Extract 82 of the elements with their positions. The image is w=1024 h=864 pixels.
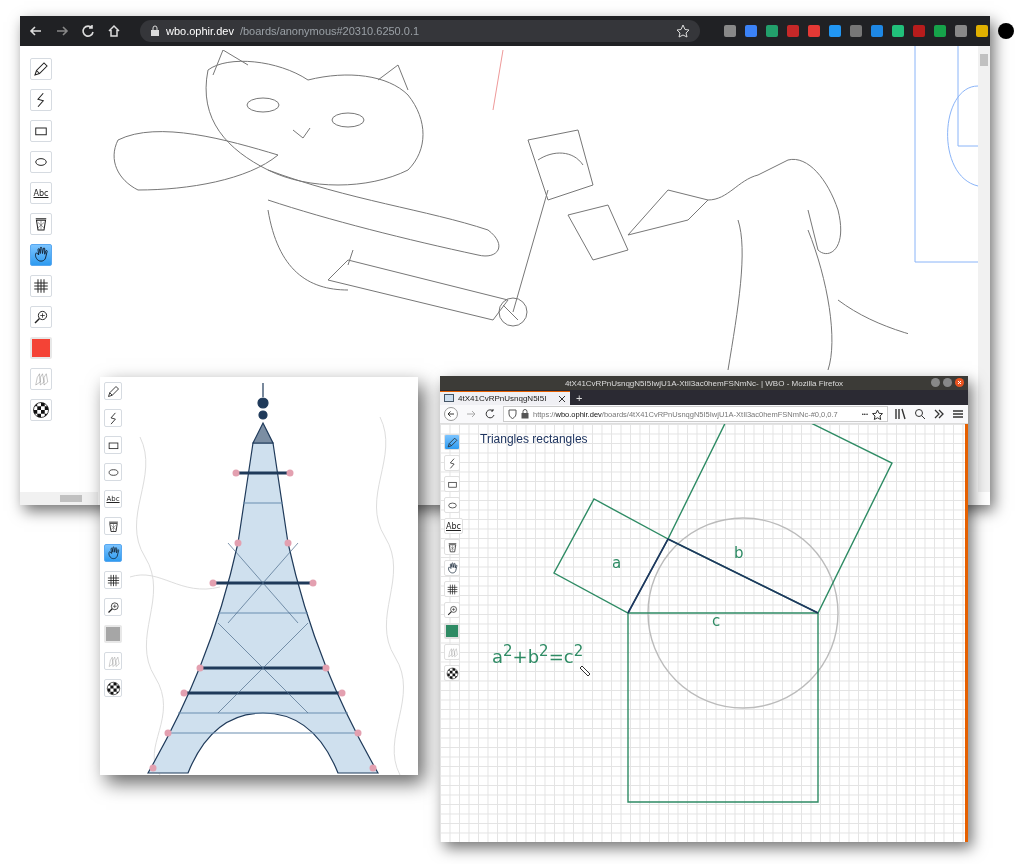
vertical-scrollbar[interactable] <box>965 424 968 842</box>
hand-tool-button[interactable] <box>104 544 122 562</box>
grid-icon <box>105 572 121 588</box>
monitor-icon <box>444 393 454 404</box>
pencil-icon <box>32 60 50 78</box>
eraser-tool-button[interactable] <box>444 539 460 555</box>
rectangle-tool-button[interactable] <box>104 436 122 454</box>
library-icon[interactable] <box>895 408 907 420</box>
ellipse-tool-button[interactable] <box>30 151 52 173</box>
grid-tool-button[interactable] <box>30 275 52 297</box>
url-host: wbo.ophir.dev <box>166 25 234 37</box>
pencil-tool-button[interactable] <box>30 58 52 80</box>
grid-icon <box>445 582 459 596</box>
color-swatch[interactable] <box>444 623 460 639</box>
shield-icon <box>508 409 517 419</box>
text-tool-button[interactable]: Abc <box>444 518 463 534</box>
home-icon[interactable] <box>106 23 122 39</box>
size-tool-button[interactable] <box>444 665 460 681</box>
maximize-icon[interactable] <box>943 378 952 387</box>
pencil-tool-button[interactable] <box>444 434 460 450</box>
pencil-icon <box>105 383 121 399</box>
extension-icon[interactable] <box>892 25 904 37</box>
pencil-cursor-icon <box>580 664 592 678</box>
board-title: Triangles rectangles <box>480 432 588 446</box>
lock-icon <box>521 409 529 419</box>
eraser-tool-button[interactable] <box>30 213 52 235</box>
eraser-tool-button[interactable] <box>104 517 122 535</box>
hand-icon <box>32 246 50 264</box>
zoom-tool-button[interactable] <box>30 306 52 328</box>
grid-icon <box>32 277 50 295</box>
ellipse-tool-button[interactable] <box>104 463 122 481</box>
overflow-icon[interactable] <box>933 408 945 420</box>
zoom-icon <box>32 308 50 326</box>
line-tool-button[interactable] <box>30 89 52 111</box>
grid-tool-button[interactable] <box>444 581 460 597</box>
checkered-circle-icon <box>32 401 50 419</box>
pencils-icon <box>445 645 459 659</box>
horizontal-scrollbar[interactable] <box>20 492 98 505</box>
line-tool-button[interactable] <box>104 409 122 427</box>
checkered-circle-icon <box>105 680 121 696</box>
side-label: c <box>712 612 721 630</box>
profile-avatar-icon[interactable] <box>998 23 1014 39</box>
grid-tool-button[interactable] <box>104 571 122 589</box>
browser-tab[interactable]: 4tX41CvRPnUsnqgN5I5I <box>440 391 570 405</box>
scrollbar-thumb[interactable] <box>60 495 82 502</box>
new-tab-button[interactable]: + <box>570 391 589 405</box>
menu-icon[interactable] <box>952 408 964 420</box>
tab-title: 4tX41CvRPnUsnqgN5I5I <box>458 394 548 403</box>
window-title: 4tX41CvRPnUsnqgN5I5IwjU1A-XtIl3ac0hemFSNmNc- | WBO - Mozilla Firefox <box>564 378 844 388</box>
zoom-icon <box>445 603 459 617</box>
pencil-icon <box>445 435 459 449</box>
rectangle-tool-button[interactable] <box>30 120 52 142</box>
hand-tool-button[interactable] <box>30 244 52 266</box>
text-tool-button[interactable]: Abc <box>30 182 52 204</box>
side-label: a <box>612 554 622 572</box>
url-path: /boards/anonymous#20310.6250.0.1 <box>239 25 420 37</box>
extension-icon[interactable] <box>976 25 988 37</box>
side-label: b <box>734 544 744 562</box>
pencils-icon <box>32 370 50 388</box>
star-icon[interactable] <box>872 408 883 420</box>
formula-text: a$^{2}$+b$^{2}$=c$^{2}$ <box>492 642 584 667</box>
rectangle-tool-button[interactable] <box>444 476 460 492</box>
hand-icon <box>105 545 121 561</box>
line-tool-button[interactable] <box>444 455 460 471</box>
close-icon[interactable] <box>955 378 964 387</box>
zoom-tool-button[interactable] <box>104 598 122 616</box>
color-swatch[interactable] <box>104 625 122 643</box>
size-tool-button[interactable] <box>104 679 122 697</box>
lock-icon <box>150 25 160 37</box>
checkered-circle-icon <box>445 666 459 680</box>
color-swatch[interactable] <box>30 337 52 359</box>
close-icon[interactable] <box>558 394 566 403</box>
address-bar[interactable]: wbo.ophir.dev /boards/anonymous#20310.6250.0.1 <box>140 20 700 42</box>
ellipse-tool-button[interactable] <box>444 497 460 513</box>
extension-icon[interactable] <box>914 408 926 420</box>
reload-icon[interactable] <box>80 23 96 39</box>
size-tool-button[interactable] <box>30 399 52 421</box>
minimize-icon[interactable] <box>931 378 940 387</box>
vertical-scrollbar[interactable] <box>978 46 990 492</box>
scrollbar-thumb[interactable] <box>980 54 988 66</box>
reload-icon[interactable] <box>484 408 496 420</box>
hand-icon <box>445 561 459 575</box>
